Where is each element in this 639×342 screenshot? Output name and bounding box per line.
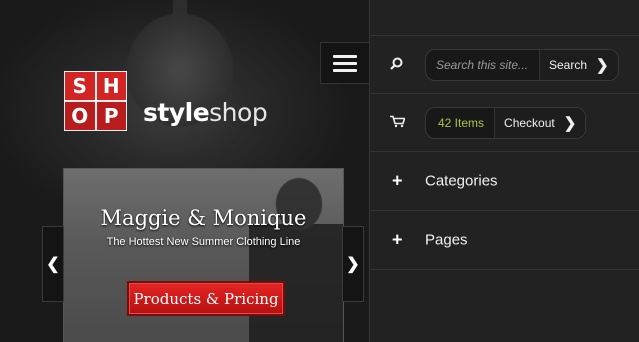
search-icon — [390, 57, 403, 73]
hamburger-bar — [333, 61, 357, 65]
slider-prev-button[interactable]: ❮ — [42, 226, 64, 302]
search-button-label: Search — [549, 57, 588, 72]
cart-row: 42 Items Checkout ❯ — [370, 94, 639, 152]
nav-pages[interactable]: + Pages — [370, 211, 639, 270]
plus-icon: + — [392, 229, 403, 250]
slider-next-button[interactable]: ❯ — [342, 226, 364, 302]
logo-letter: H — [96, 72, 126, 100]
logo-letter: P — [96, 102, 126, 130]
chevron-right-icon: ❯ — [563, 114, 577, 132]
chevron-left-icon: ❮ — [46, 256, 60, 273]
products-pricing-button[interactable]: Products & Pricing — [127, 281, 285, 316]
page: S H O P styleshop Maggie & Monique The H… — [0, 0, 639, 342]
hamburger-bar — [333, 68, 357, 72]
checkout-button[interactable]: Checkout ❯ — [494, 107, 586, 138]
cart-icon — [390, 115, 406, 130]
lamp-decoration — [105, 0, 255, 160]
cart-widget: 42 Items Checkout ❯ — [425, 106, 587, 139]
site-name-bold: style — [143, 98, 210, 127]
search-input[interactable]: Search this site... — [426, 50, 539, 80]
chevron-right-icon: ❯ — [346, 256, 360, 273]
sidebar: Search this site... Search ❯ 42 Items Che… — [369, 0, 639, 342]
slide-title: Maggie & Monique — [100, 206, 307, 230]
nav-categories-label: Categories — [425, 172, 498, 190]
hamburger-bar — [333, 54, 357, 58]
plus-icon: + — [392, 170, 403, 191]
checkout-label: Checkout — [504, 115, 555, 130]
search-row: Search this site... Search ❯ — [370, 36, 639, 94]
logo-letter: O — [65, 102, 95, 130]
nav-pages-label: Pages — [425, 231, 468, 249]
hamburger-menu-button[interactable] — [320, 42, 369, 84]
nav-categories[interactable]: + Categories — [370, 152, 639, 211]
site-name-rest: shop — [209, 98, 268, 127]
logo-letter: S — [65, 72, 95, 100]
featured-slider: Maggie & Monique The Hottest New Summer … — [63, 168, 344, 342]
site-name[interactable]: styleshop — [143, 98, 268, 127]
cart-item-count[interactable]: 42 Items — [426, 108, 494, 138]
search-button[interactable]: Search ❯ — [539, 49, 618, 80]
chevron-right-icon: ❯ — [596, 56, 609, 74]
slide-subtitle: The Hottest New Summer Clothing Line — [106, 236, 301, 248]
search-form: Search this site... Search ❯ — [425, 48, 619, 81]
sidebar-top-spacer — [370, 0, 639, 36]
logo[interactable]: S H O P — [64, 71, 127, 131]
